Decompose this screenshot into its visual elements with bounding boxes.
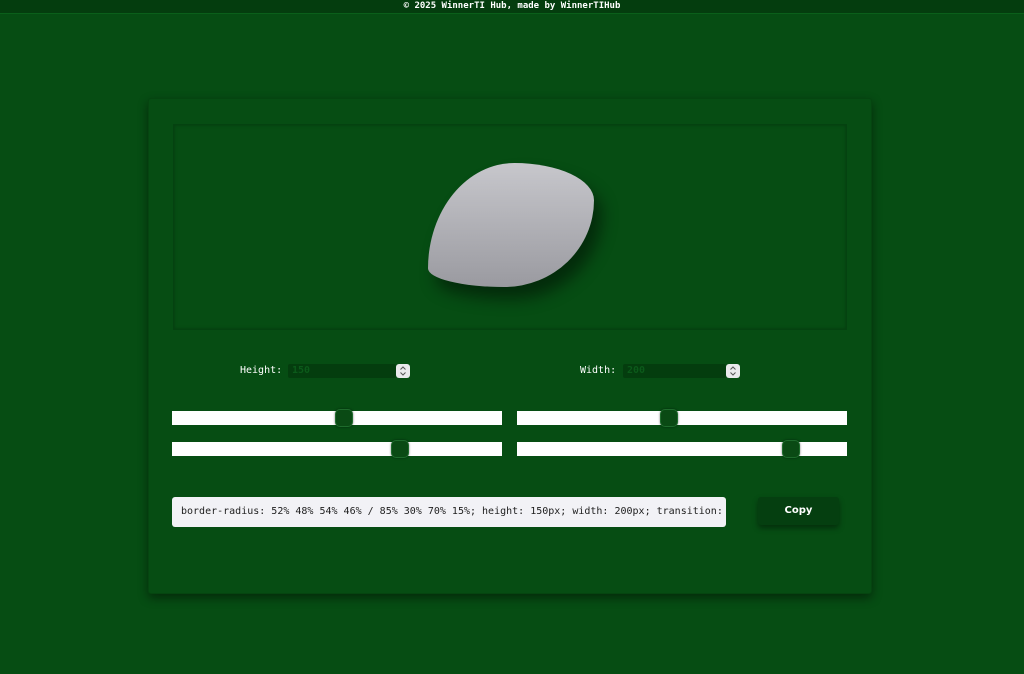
css-output[interactable]: border-radius: 52% 48% 54% 46% / 85% 30%… (172, 497, 726, 527)
width-label: Width: (580, 365, 617, 376)
slider-thumb[interactable] (659, 409, 678, 427)
height-label: Height: (240, 365, 283, 376)
width-input[interactable]: 200 (623, 364, 726, 378)
slider-thumb[interactable] (390, 440, 409, 458)
copy-button[interactable]: Copy (758, 497, 839, 525)
footer-credit: © 2025 WinnerTI Hub, made by WinnerTIHub (0, 0, 1024, 14)
slider-bottom-left[interactable] (172, 440, 502, 458)
shape-preview-area (173, 124, 847, 330)
slider-top-right[interactable] (517, 409, 847, 427)
height-input[interactable]: 150 (288, 364, 396, 378)
height-spinner[interactable] (396, 364, 410, 378)
slider-top-left[interactable] (172, 409, 502, 427)
preview-shape (428, 163, 594, 287)
spinner-arrows-icon (400, 366, 406, 376)
generator-card: Height: 150 Width: 200 border-radius: 52… (148, 98, 872, 594)
width-spinner[interactable] (726, 364, 740, 378)
slider-thumb[interactable] (334, 409, 353, 427)
slider-thumb[interactable] (781, 440, 800, 458)
slider-bottom-right[interactable] (517, 440, 847, 458)
spinner-arrows-icon (730, 366, 736, 376)
